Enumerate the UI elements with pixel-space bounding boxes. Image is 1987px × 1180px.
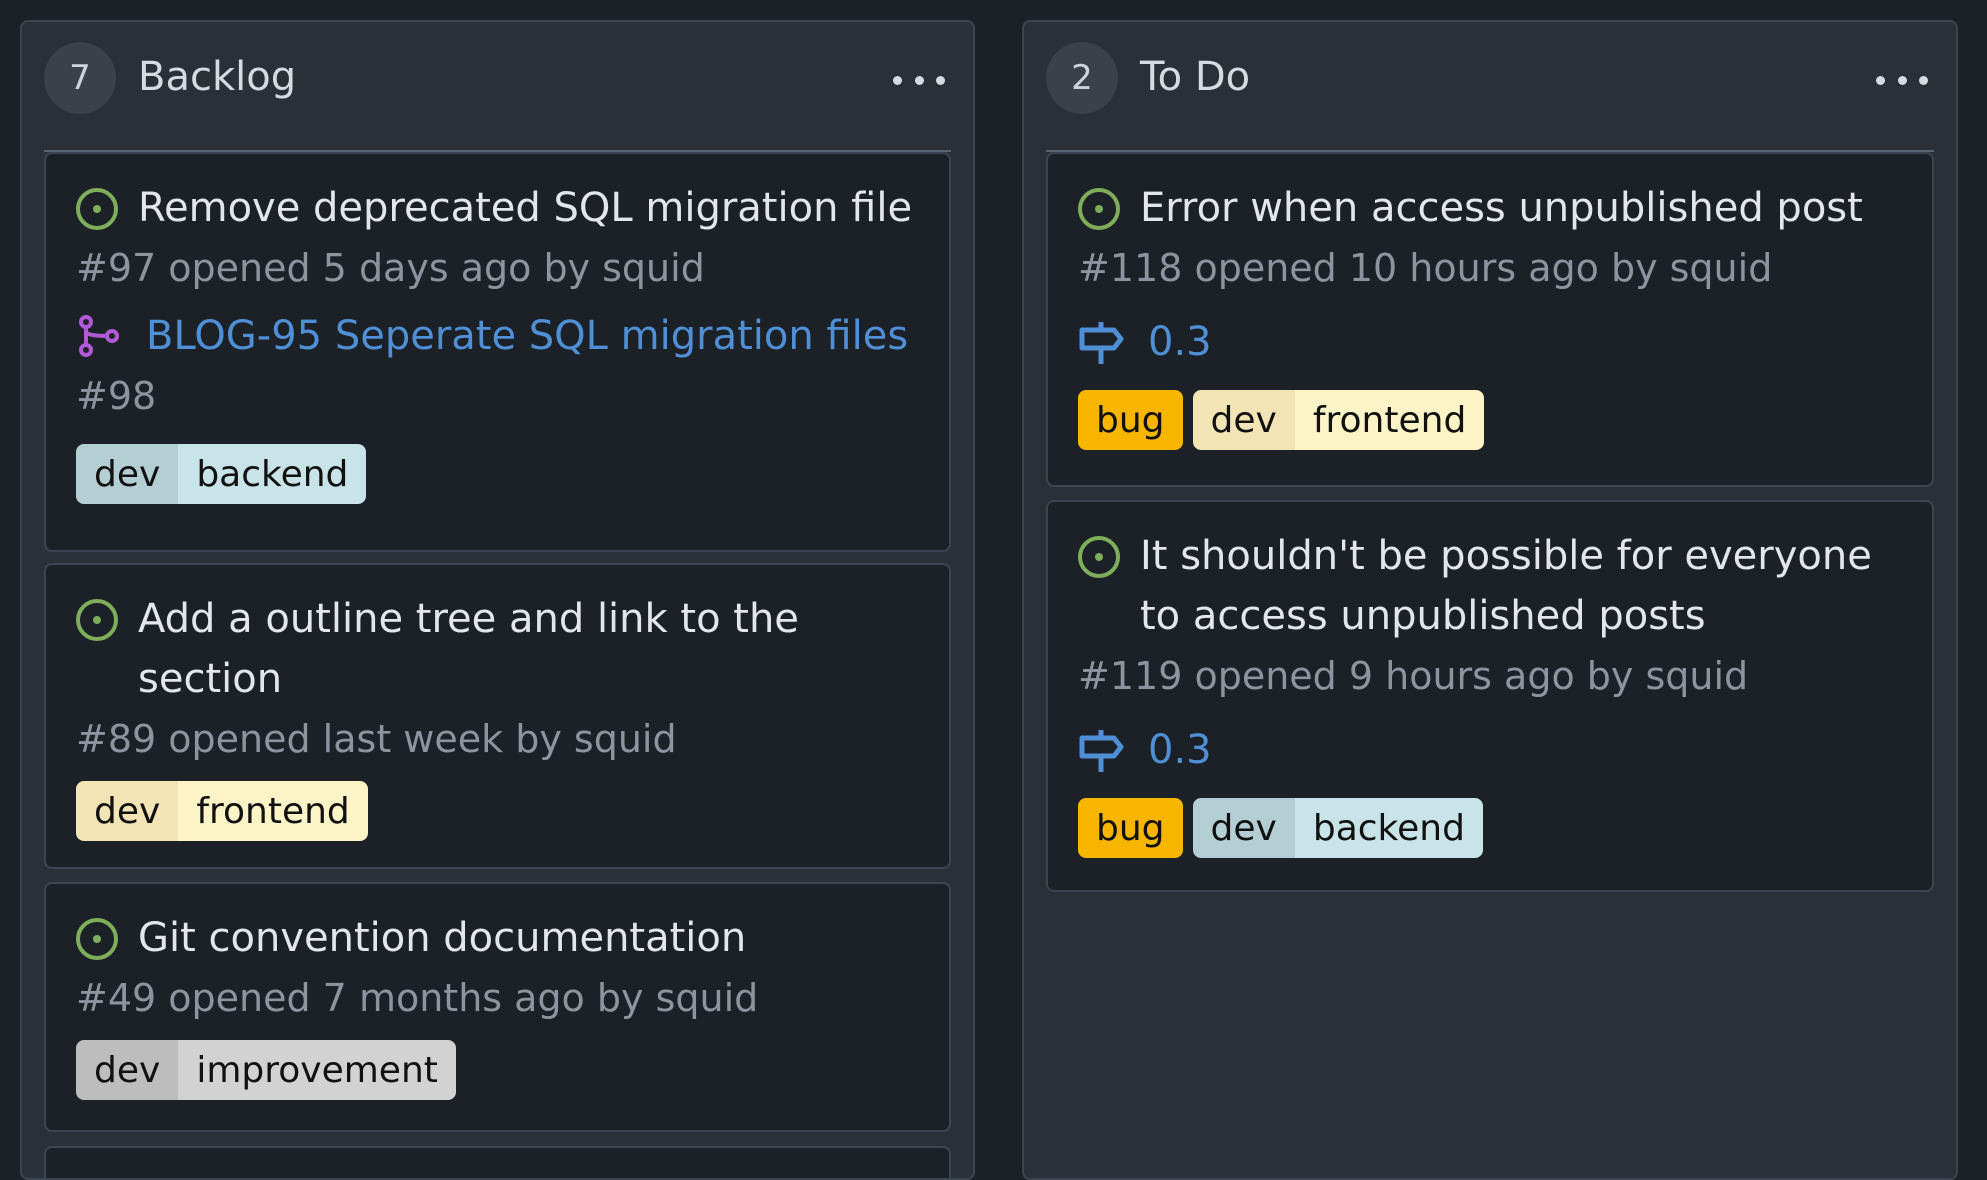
issue-title[interactable]: Remove deprecated SQL migration file xyxy=(76,178,919,238)
board-column-todo: 2 To Do Error when access unpublished po… xyxy=(1022,20,1958,1180)
issue-open-icon xyxy=(76,599,118,641)
issue-milestone[interactable]: 0.3 xyxy=(1078,720,1902,780)
issue-card[interactable] xyxy=(44,1146,951,1178)
label[interactable]: bug xyxy=(1078,390,1183,450)
issue-open-icon xyxy=(1078,536,1120,578)
issue-meta: #49 opened 7 months ago by squid xyxy=(76,976,759,1020)
issue-title[interactable]: Add a outline tree and link to the secti… xyxy=(76,589,919,709)
label-list: bug dev frontend xyxy=(1078,390,1902,450)
label-list: bug dev backend xyxy=(1078,798,1902,858)
issue-card[interactable]: Add a outline tree and link to the secti… xyxy=(44,563,951,869)
issue-milestone[interactable]: 0.3 xyxy=(1078,312,1902,372)
issue-card[interactable]: It shouldn't be possible for everyone to… xyxy=(1046,500,1934,892)
issue-title[interactable]: It shouldn't be possible for everyone to… xyxy=(1078,526,1902,646)
label-list: dev backend xyxy=(76,444,919,504)
issue-card[interactable]: Remove deprecated SQL migration file #97… xyxy=(44,152,951,552)
label-list: dev frontend xyxy=(76,781,919,841)
linked-pr-number: #98 xyxy=(76,374,157,418)
issue-meta: #97 opened 5 days ago by squid xyxy=(76,246,705,290)
linked-pull-request[interactable]: BLOG-95 Seperate SQL migration files xyxy=(76,306,919,366)
git-branch-icon xyxy=(79,315,119,357)
label[interactable]: bug xyxy=(1078,798,1183,858)
milestone-signpost-icon xyxy=(1079,730,1124,772)
scoped-label[interactable]: dev backend xyxy=(1192,798,1483,858)
scoped-label[interactable]: dev frontend xyxy=(76,781,368,841)
scoped-label[interactable]: dev improvement xyxy=(76,1040,456,1100)
issue-meta: #119 opened 9 hours ago by squid xyxy=(1078,654,1749,698)
column-title: To Do xyxy=(1140,54,1251,100)
issue-open-icon xyxy=(76,188,118,230)
issue-card[interactable]: Error when access unpublished post #118 … xyxy=(1046,152,1934,487)
issue-meta: #89 opened last week by squid xyxy=(76,717,677,761)
issue-open-icon xyxy=(1078,188,1120,230)
column-issue-count: 7 xyxy=(44,42,116,114)
issue-meta: #118 opened 10 hours ago by squid xyxy=(1078,246,1773,290)
board-column-backlog: 7 Backlog Remove deprecated SQL migratio… xyxy=(20,20,975,1180)
issue-card[interactable]: Git convention documentation #49 opened … xyxy=(44,882,951,1132)
more-horizontal-icon[interactable] xyxy=(1876,70,1928,90)
scoped-label[interactable]: dev backend xyxy=(76,444,367,504)
column-issue-count: 2 xyxy=(1046,42,1118,114)
issue-title[interactable]: Error when access unpublished post xyxy=(1078,178,1902,238)
column-header: 2 To Do xyxy=(1046,42,1934,152)
column-header: 7 Backlog xyxy=(44,42,951,152)
label-list: dev improvement xyxy=(76,1040,919,1100)
issue-title[interactable]: Git convention documentation xyxy=(76,908,919,968)
column-title: Backlog xyxy=(138,54,297,100)
scoped-label[interactable]: dev frontend xyxy=(1192,390,1485,450)
more-horizontal-icon[interactable] xyxy=(893,70,945,90)
issue-board: 7 Backlog Remove deprecated SQL migratio… xyxy=(0,0,1987,1180)
issue-open-icon xyxy=(76,918,118,960)
milestone-signpost-icon xyxy=(1079,322,1124,364)
